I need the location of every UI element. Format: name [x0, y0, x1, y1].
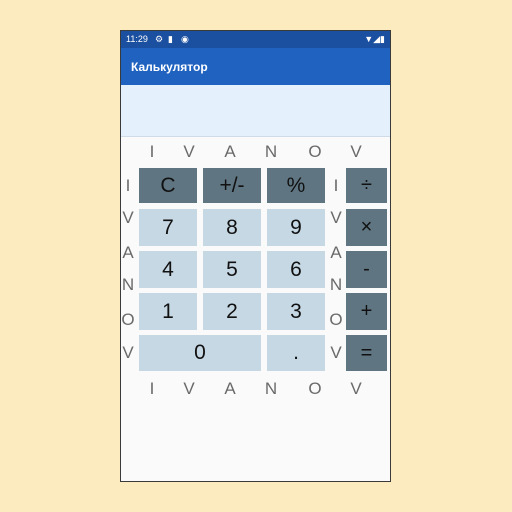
decor-left-letter: N: [121, 275, 135, 294]
clear-button[interactable]: C: [139, 168, 197, 203]
decimal-point-button[interactable]: .: [267, 335, 325, 371]
decor-right-letter: I: [333, 176, 339, 195]
status-bar: 11:29 ⚙ ▮ ◉ ▼◢▮: [121, 31, 390, 48]
equals-button[interactable]: =: [346, 335, 387, 371]
decor-right-letter: A: [330, 243, 342, 262]
percent-button[interactable]: %: [267, 168, 325, 203]
decor-top-letter: V: [183, 142, 195, 161]
data-saver-icon: ◉: [181, 34, 189, 44]
decor-bottom-letter: O: [308, 379, 322, 398]
plus-button[interactable]: +: [346, 293, 387, 330]
decor-bottom-letter: V: [350, 379, 362, 398]
decor-bottom-letter: A: [224, 379, 236, 398]
digit-4-button[interactable]: 4: [139, 251, 197, 288]
digit-7-button[interactable]: 7: [139, 209, 197, 246]
battery-icon: ▮: [380, 34, 385, 44]
digit-3-button[interactable]: 3: [267, 293, 325, 330]
decor-right-letter: V: [330, 343, 342, 362]
decor-left-letter: O: [121, 310, 135, 329]
decor-left-letter: A: [122, 243, 134, 262]
decor-top-letter: A: [224, 142, 236, 161]
digit-0-button[interactable]: 0: [139, 335, 261, 371]
decor-top-letter: I: [149, 142, 155, 161]
status-time: 11:29: [126, 34, 148, 44]
digit-9-button[interactable]: 9: [267, 209, 325, 246]
decor-left-letter: V: [122, 343, 134, 362]
plus-minus-button[interactable]: +/-: [203, 168, 261, 203]
digit-2-button[interactable]: 2: [203, 293, 261, 330]
digit-1-button[interactable]: 1: [139, 293, 197, 330]
decor-right-letter: V: [330, 208, 342, 227]
minus-button[interactable]: -: [346, 251, 387, 288]
phone-screen: 11:29 ⚙ ▮ ◉ ▼◢▮ Калькулятор I V A N O V …: [120, 30, 391, 482]
decor-bottom-letter: I: [149, 379, 155, 398]
digit-5-button[interactable]: 5: [203, 251, 261, 288]
digit-6-button[interactable]: 6: [267, 251, 325, 288]
sd-card-icon: ▮: [168, 34, 173, 44]
decor-right-letter: N: [329, 275, 343, 294]
decor-top-letter: V: [350, 142, 362, 161]
decor-top-letter: O: [308, 142, 322, 161]
divide-button[interactable]: ÷: [346, 168, 387, 203]
digit-8-button[interactable]: 8: [203, 209, 261, 246]
decor-right-letter: O: [329, 310, 343, 329]
app-title: Калькулятор: [131, 60, 208, 74]
wifi-icon: ▼: [364, 34, 374, 44]
decor-left-letter: I: [125, 176, 131, 195]
decor-top-letter: N: [264, 142, 278, 161]
decor-bottom-letter: N: [264, 379, 278, 398]
decor-bottom-letter: V: [183, 379, 195, 398]
app-bar: Калькулятор: [121, 48, 390, 85]
decor-left-letter: V: [122, 208, 134, 227]
multiply-button[interactable]: ×: [346, 209, 387, 246]
settings-icon: ⚙: [155, 34, 164, 44]
signal-icon: ◢: [373, 34, 381, 44]
calculator-display: [121, 85, 390, 137]
